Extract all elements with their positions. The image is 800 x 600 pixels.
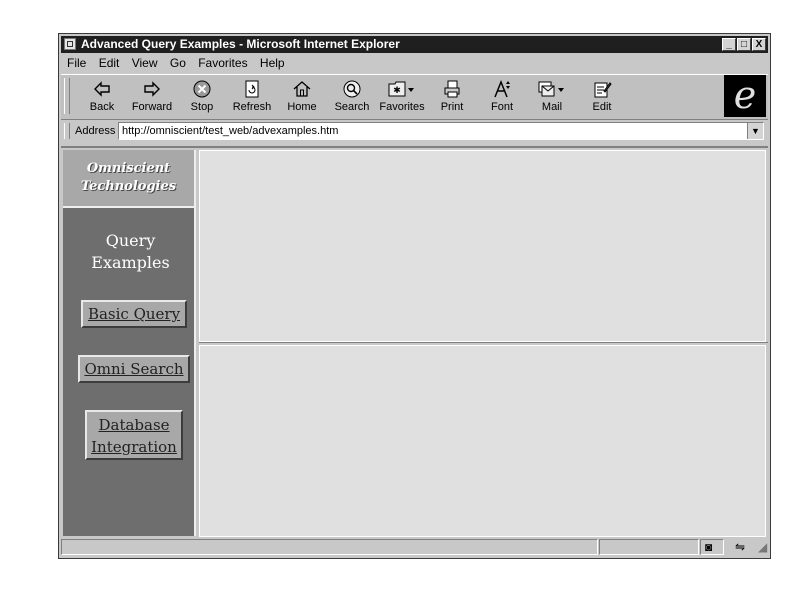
logo-line-1: Omniscient [86,161,171,176]
maximize-button[interactable]: □ [737,38,751,51]
address-bar: Address http://omniscient/test_web/advex… [61,120,768,142]
omni-search-link[interactable]: Omni Search [78,355,190,383]
address-grip[interactable] [64,123,70,139]
back-arrow-icon [77,79,127,101]
bottom-content-frame [199,345,766,537]
print-button[interactable]: Print [427,77,477,117]
stop-icon [177,79,227,101]
address-url: http://omniscient/test_web/advexamples.h… [122,125,339,137]
stop-label: Stop [190,101,214,113]
address-label: Address [75,125,116,137]
sidebar-heading: Query Examples [63,230,198,274]
home-icon [277,79,327,101]
basic-query-label: Basic Query [87,305,181,323]
font-icon [477,79,527,101]
refresh-icon [227,79,277,101]
address-input[interactable]: http://omniscient/test_web/advexamples.h… [118,122,764,140]
window-title: Advanced Query Examples - Microsoft Inte… [81,37,400,51]
back-button[interactable]: Back [77,77,127,117]
basic-query-link[interactable]: Basic Query [81,300,187,328]
browser-window: Advanced Query Examples - Microsoft Inte… [58,33,771,559]
menu-file[interactable]: File [67,56,86,70]
stop-button[interactable]: Stop [177,77,227,117]
font-button[interactable]: Font [477,77,527,117]
print-label: Print [440,101,464,113]
mail-label: Mail [541,101,563,113]
edit-icon [577,79,627,101]
database-integration-link[interactable]: Database Integration [85,410,183,460]
sidebar-frame: Omniscient Technologies Query Examples B… [63,150,196,536]
menu-favorites[interactable]: Favorites [198,56,247,70]
mail-button[interactable]: Mail [527,77,577,117]
title-bar: Advanced Query Examples - Microsoft Inte… [61,36,768,53]
menu-help[interactable]: Help [260,56,285,70]
menu-bar: File Edit View Go Favorites Help [61,54,768,73]
network-icon: ⇋ [735,540,746,554]
menu-go[interactable]: Go [170,56,186,70]
close-button[interactable]: X [752,38,766,51]
toolbar-grip[interactable] [64,78,70,114]
standard-toolbar: Back Forward Stop Refresh Home Search ✱ … [61,74,768,120]
back-label: Back [89,101,115,113]
favorites-label: Favorites [379,101,425,113]
status-bar: ◙ ⇋ ◢ [61,538,768,556]
search-icon [327,79,377,101]
forward-arrow-icon [127,79,177,101]
minimize-button[interactable]: _ [722,38,736,51]
top-content-frame [199,150,766,342]
search-label: Search [334,101,370,113]
refresh-label: Refresh [232,101,272,113]
menu-edit[interactable]: Edit [99,56,120,70]
favorites-button[interactable]: ✱ Favorites [377,77,427,117]
home-button[interactable]: Home [277,77,327,117]
resize-grip-icon[interactable]: ◢ [758,540,767,554]
page-content: Omniscient Technologies Query Examples B… [61,146,768,538]
search-button[interactable]: Search [327,77,377,117]
forward-label: Forward [131,101,173,113]
window-controls: _ □ X [721,38,766,52]
menu-view[interactable]: View [132,56,158,70]
status-text-pane [61,539,598,555]
home-label: Home [287,101,317,113]
edit-label: Edit [592,101,612,113]
favorites-icon: ✱ [377,79,427,101]
logo-line-2: Technologies [80,179,177,194]
ie-logo-icon: e [724,75,766,117]
heading-line-1: Query [105,231,156,250]
integration-label: Integration [91,438,177,456]
security-zone-icon: ◙ [705,540,713,554]
heading-line-2: Examples [91,253,170,272]
chevron-down-icon[interactable]: ▼ [747,123,763,139]
print-icon [427,79,477,101]
forward-button[interactable]: Forward [127,77,177,117]
company-logo: Omniscient Technologies [63,150,194,208]
refresh-button[interactable]: Refresh [227,77,277,117]
database-label: Database [98,416,170,434]
edit-button[interactable]: Edit [577,77,627,117]
mail-icon [527,79,577,101]
svg-text:✱: ✱ [393,86,401,96]
font-label: Font [490,101,513,113]
status-progress-pane [599,539,699,555]
app-icon[interactable] [64,38,76,50]
omni-search-label: Omni Search [84,360,184,378]
